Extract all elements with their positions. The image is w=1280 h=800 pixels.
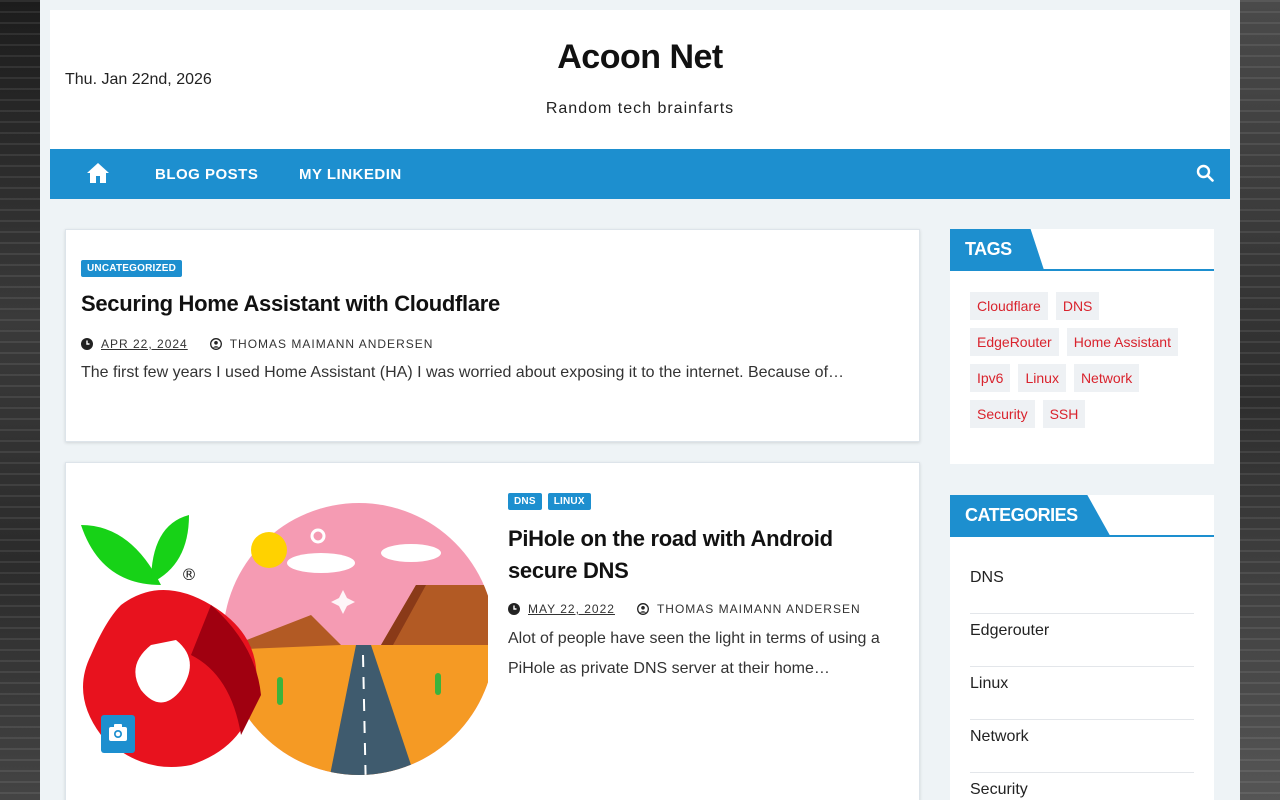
post-author[interactable]: THOMAS MAIMANN ANDERSEN [657,602,861,616]
category-link[interactable]: DNS [970,561,1194,614]
site-header: Thu. Jan 22nd, 2026 Acoon Net Random tec… [50,10,1230,149]
site-title[interactable]: Acoon Net [50,38,1230,77]
tag-link[interactable]: Ipv6 [970,364,1011,392]
post-thumbnail[interactable]: ® [81,495,495,795]
clock-icon [81,338,93,350]
tag-link[interactable]: Network [1073,364,1140,392]
widget-title: TAGS [950,229,1044,269]
categories-widget: CATEGORIES DNS Edgerouter Linux Network … [950,495,1214,800]
user-icon [209,338,222,350]
site-tagline: Random tech brainfarts [545,100,735,117]
tag-link[interactable]: Cloudflare [970,292,1048,320]
search-icon[interactable] [1196,164,1216,184]
post-date[interactable]: MAY 22, 2022 [528,602,615,616]
post-card: ® DNS LINUX PiHole on the road with Andro… [65,462,920,800]
main-navbar: BLOG POSTS MY LINKEDIN [50,149,1230,199]
background-left [0,0,40,800]
nav-item-my-linkedin[interactable]: MY LINKEDIN [299,166,402,183]
post-author[interactable]: THOMAS MAIMANN ANDERSEN [230,337,434,351]
category-badge[interactable]: UNCATEGORIZED [81,260,183,277]
tag-link[interactable]: Security [970,400,1035,428]
clock-icon [508,603,520,615]
category-link[interactable]: Security [970,773,1194,800]
widget-title: CATEGORIES [950,495,1110,535]
category-badge[interactable]: LINUX [547,493,591,510]
category-link[interactable]: Edgerouter [970,614,1194,667]
widget-header: TAGS [950,229,1214,271]
post-meta: APR 22, 2024 THOMAS MAIMANN ANDERSEN [81,337,433,351]
user-icon [637,603,649,615]
page: Thu. Jan 22nd, 2026 Acoon Net Random tec… [40,0,1240,800]
post-excerpt: The first few years I used Home Assistan… [81,364,845,381]
svg-text:®: ® [181,565,197,584]
post-excerpt: Alot of people have seen the light in te… [508,630,880,677]
tag-cloud: Cloudflare DNS EdgeRouter Home Assistant I… [970,292,1200,436]
tags-widget: TAGS Cloudflare DNS EdgeRouter Home Assist… [950,229,1214,464]
widget-header: CATEGORIES [950,495,1214,537]
category-list: DNS Edgerouter Linux Network Security [970,561,1194,800]
tag-link[interactable]: DNS [1055,292,1100,320]
category-badge[interactable]: DNS [508,493,542,510]
post-card: UNCATEGORIZED Securing Home Assistant wi… [65,229,920,442]
post-title[interactable]: Securing Home Assistant with Cloudflare [81,291,500,317]
tag-link[interactable]: EdgeRouter [970,328,1059,356]
home-icon[interactable] [86,162,110,186]
post-title[interactable]: PiHole on the road with Android secure D… [508,523,888,587]
nav-item-blog-posts[interactable]: BLOG POSTS [155,166,258,183]
tag-link[interactable]: Home Assistant [1066,328,1178,356]
category-link[interactable]: Linux [970,667,1194,720]
tag-link[interactable]: SSH [1042,400,1086,428]
post-meta: MAY 22, 2022 THOMAS MAIMANN ANDERSEN [508,602,861,616]
category-link[interactable]: Network [970,720,1194,773]
background-right [1240,0,1280,800]
camera-icon[interactable] [101,715,135,753]
tag-link[interactable]: Linux [1018,364,1066,392]
post-date[interactable]: APR 22, 2024 [101,337,188,351]
